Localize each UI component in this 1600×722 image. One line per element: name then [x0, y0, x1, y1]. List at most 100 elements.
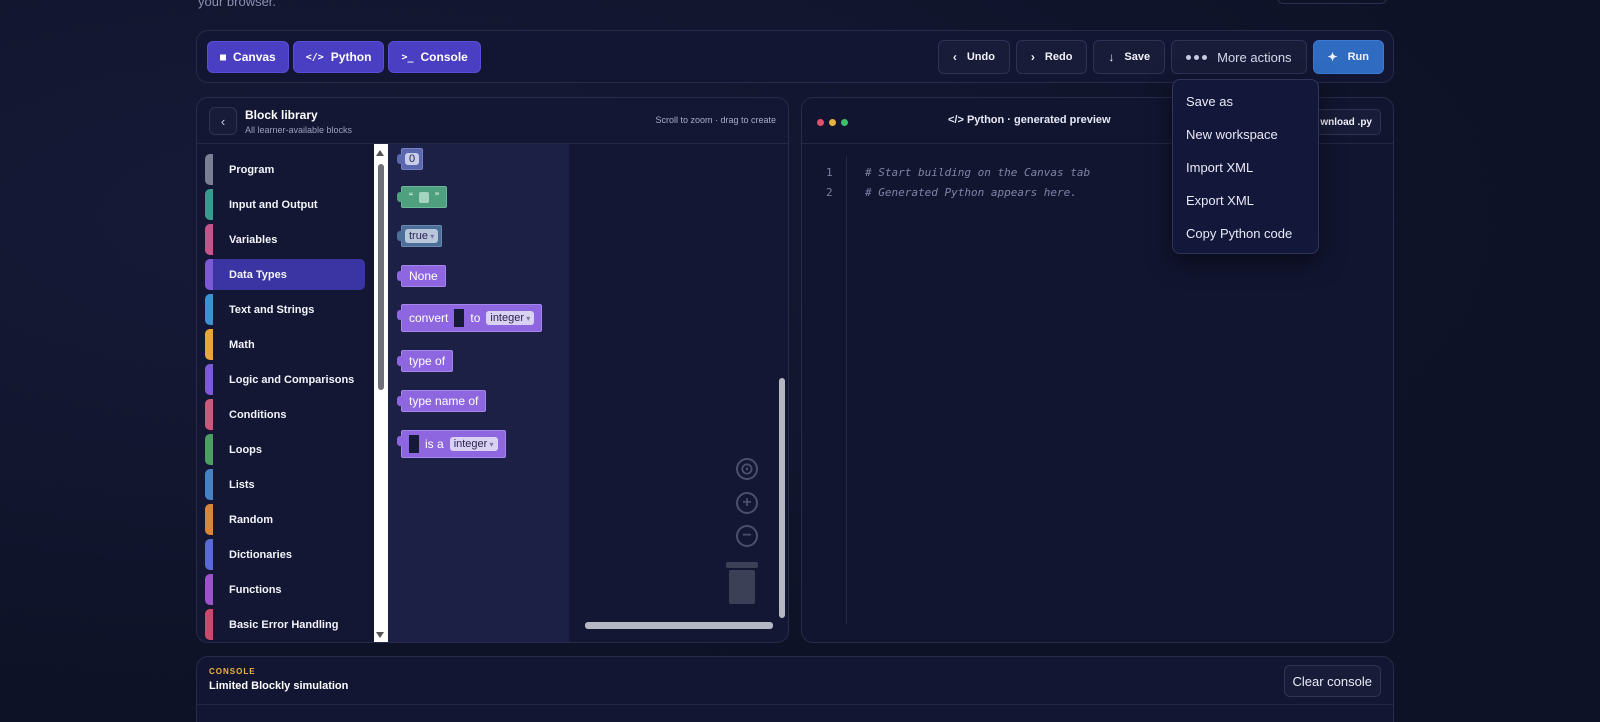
chevron-left-icon: ‹ — [220, 113, 226, 129]
category-item[interactable]: Variables — [205, 224, 365, 255]
menu-item-save-as[interactable]: Save as — [1186, 94, 1233, 109]
trash-lid — [726, 562, 758, 568]
line-number: 1 — [826, 166, 833, 179]
category-color-bar — [205, 469, 213, 500]
zoom-in-icon[interactable]: + — [736, 492, 758, 514]
convert-to-label: to — [470, 311, 481, 325]
category-item[interactable]: Dictionaries — [205, 539, 365, 570]
redo-button[interactable]: › Redo — [1015, 40, 1088, 74]
tab-python-label: Python — [330, 50, 372, 64]
is-a-block[interactable]: is a integer — [397, 430, 506, 458]
number-block[interactable]: 0 — [397, 148, 424, 170]
category-item[interactable]: Functions — [205, 574, 365, 605]
zoom-out-icon[interactable]: − — [736, 525, 758, 547]
type-name-of-block[interactable]: type name of — [397, 390, 487, 412]
text-value-field[interactable] — [419, 191, 429, 203]
more-actions-button[interactable]: More actions — [1171, 40, 1307, 74]
more-actions-menu: Save as New workspace Import XML Export … — [1172, 79, 1319, 254]
quote-close: ” — [435, 190, 439, 204]
category-item[interactable]: Program — [205, 154, 365, 185]
category-item[interactable]: Loops — [205, 434, 365, 465]
menu-item-export-xml[interactable]: Export XML — [1186, 193, 1254, 208]
page-intro-text: your browser. — [198, 0, 277, 9]
tab-canvas[interactable]: ■ Canvas — [207, 41, 289, 73]
scroll-up-arrow-icon[interactable] — [376, 150, 384, 156]
view-tabs: ■ Canvas </> Python >_ Console — [207, 41, 481, 73]
none-block[interactable]: None — [397, 265, 446, 287]
python-preview-title: </> Python · generated preview — [948, 114, 1111, 126]
category-label: Program — [229, 163, 275, 176]
menu-item-new-workspace[interactable]: New workspace — [1186, 127, 1278, 142]
category-label: Lists — [229, 478, 255, 491]
text-block[interactable]: “ ” — [397, 186, 447, 208]
category-item[interactable]: Math — [205, 329, 365, 360]
code-gutter — [846, 156, 847, 624]
category-label: Random — [229, 513, 273, 526]
workspace-horizontal-scrollbar[interactable] — [585, 622, 773, 629]
convert-input-slot[interactable] — [454, 309, 465, 327]
category-item[interactable]: Input and Output — [205, 189, 365, 220]
traffic-light-yellow — [829, 119, 836, 126]
is-a-type-dropdown[interactable]: integer — [449, 437, 498, 451]
convert-block[interactable]: convert to integer — [397, 304, 543, 332]
boolean-block[interactable]: true — [397, 225, 443, 247]
type-of-block[interactable]: type of — [397, 350, 454, 372]
undo-label: Undo — [966, 51, 995, 63]
run-label: Run — [1347, 51, 1369, 63]
workspace-hint: Scroll to zoom · drag to create — [655, 115, 776, 125]
category-list: Program Input and Output Variables Data Typ… — [205, 154, 365, 642]
chevron-left-icon: ‹ — [952, 50, 957, 64]
save-label: Save — [1124, 51, 1151, 63]
menu-item-copy-python[interactable]: Copy Python code — [1186, 226, 1292, 241]
category-label: Data Types — [229, 268, 287, 281]
convert-label: convert — [409, 311, 449, 325]
scroll-down-arrow-icon[interactable] — [376, 632, 384, 638]
category-color-bar — [205, 224, 213, 255]
collapse-library-button[interactable]: ‹ — [209, 107, 237, 135]
number-value[interactable]: 0 — [405, 153, 420, 165]
toolbar-actions: ‹ Undo › Redo ↓ Save More actions ✦ Run — [937, 40, 1384, 74]
clear-console-button[interactable]: Clear console — [1283, 665, 1381, 697]
recenter-icon[interactable]: ⊙ — [736, 458, 758, 480]
save-button[interactable]: ↓ Save — [1093, 40, 1166, 74]
run-button[interactable]: ✦ Run — [1312, 40, 1384, 74]
code-icon: </> — [305, 51, 324, 63]
category-label: Basic Error Handling — [229, 618, 339, 631]
category-color-bar — [205, 259, 213, 290]
terminal-icon: >_ — [401, 51, 414, 63]
trash-icon[interactable] — [729, 570, 755, 604]
workspace-vertical-scrollbar[interactable] — [779, 378, 785, 618]
menu-item-import-xml[interactable]: Import XML — [1186, 160, 1253, 175]
none-label: None — [409, 269, 438, 283]
category-color-bar — [205, 364, 213, 395]
redo-label: Redo — [1044, 51, 1073, 63]
category-color-bar — [205, 329, 213, 360]
tab-python[interactable]: </> Python — [292, 41, 385, 73]
boolean-dropdown[interactable]: true — [405, 229, 439, 243]
category-item[interactable]: Basic Error Handling — [205, 609, 365, 640]
category-item[interactable]: Lists — [205, 469, 365, 500]
category-label: Loops — [229, 443, 262, 456]
category-label: Logic and Comparisons — [229, 373, 355, 386]
category-item[interactable]: Conditions — [205, 399, 365, 430]
flyout-scrollbar-thumb[interactable] — [378, 164, 384, 390]
sparkle-icon: ✦ — [1327, 50, 1338, 64]
category-item[interactable]: Text and Strings — [205, 294, 365, 325]
category-color-bar — [205, 294, 213, 325]
traffic-light-green — [841, 119, 848, 126]
header-button-edge[interactable] — [1276, 0, 1388, 4]
category-label: Variables — [229, 233, 278, 246]
chevron-right-icon: › — [1030, 50, 1035, 64]
category-item[interactable]: Logic and Comparisons — [205, 364, 365, 395]
is-a-input-slot[interactable] — [409, 435, 419, 453]
category-item[interactable]: Data Types — [205, 259, 365, 290]
convert-type-dropdown[interactable]: integer — [486, 311, 535, 325]
category-item[interactable]: Random — [205, 504, 365, 535]
category-color-bar — [205, 574, 213, 605]
main-toolbar: ■ Canvas </> Python >_ Console ‹ Undo › … — [196, 30, 1394, 83]
undo-button[interactable]: ‹ Undo — [937, 40, 1010, 74]
tab-console-label: Console — [420, 50, 468, 64]
tab-console[interactable]: >_ Console — [388, 41, 481, 73]
code-line: # Start building on the Canvas tab — [865, 166, 1091, 179]
category-color-bar — [205, 189, 213, 220]
